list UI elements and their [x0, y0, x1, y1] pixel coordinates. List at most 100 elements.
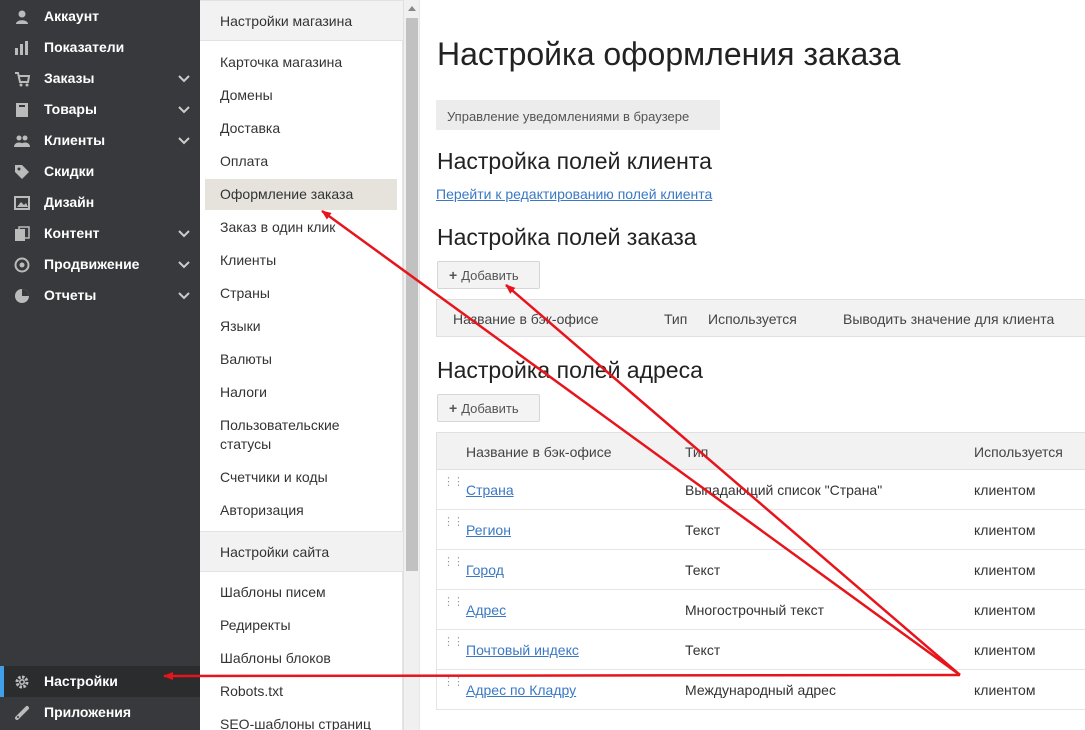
submenu-item-languages[interactable]: Языки	[220, 317, 261, 336]
drag-handle-icon[interactable]: ⋮⋮	[443, 517, 464, 536]
field-used: клиентом	[974, 682, 1036, 698]
sidebar-item-label: Дизайн	[44, 194, 95, 210]
add-address-field-button[interactable]: + Добавить	[437, 394, 540, 422]
submenu-item-redirects[interactable]: Редиректы	[220, 616, 291, 635]
sidebar-item-orders[interactable]: Заказы	[0, 63, 200, 94]
submenu-item-one-click-order[interactable]: Заказ в один клик	[220, 218, 335, 237]
bar-chart-icon	[15, 41, 28, 55]
add-order-field-button[interactable]: + Добавить	[437, 261, 540, 289]
field-type: Текст	[685, 562, 721, 578]
submenu-item-delivery[interactable]: Доставка	[220, 119, 280, 138]
field-name-link[interactable]: Страна	[466, 482, 514, 498]
table-row[interactable]: ⋮⋮ Почтовый индекс Текст клиентом	[436, 630, 1085, 670]
address-fields-heading: Настройка полей адреса	[437, 357, 703, 383]
column-header-type: Тип	[664, 311, 688, 327]
sidebar-item-label: Продвижение	[44, 256, 140, 272]
settings-submenu: Настройки магазина Карточка магазина Дом…	[200, 0, 403, 730]
field-name-link[interactable]: Адрес	[466, 602, 506, 618]
submenu-item-email-templates[interactable]: Шаблоны писем	[220, 583, 326, 602]
browser-notifications-button[interactable]: Управление уведомлениями в браузере	[436, 100, 720, 130]
add-button-label: Добавить	[461, 401, 519, 416]
order-fields-heading: Настройка полей заказа	[437, 224, 697, 250]
table-row[interactable]: ⋮⋮ Адрес Многострочный текст клиентом	[436, 590, 1085, 630]
submenu-item-block-templates[interactable]: Шаблоны блоков	[220, 649, 331, 668]
sidebar-item-products[interactable]: Товары	[0, 94, 200, 125]
submenu-item-robots-txt[interactable]: Robots.txt	[220, 682, 283, 701]
field-type: Текст	[685, 642, 721, 658]
sidebar-item-apps[interactable]: Приложения	[0, 697, 200, 728]
sidebar-item-reports[interactable]: Отчеты	[0, 280, 200, 311]
submenu-item-seo-templates[interactable]: SEO-шаблоны страниц	[220, 715, 371, 730]
target-icon	[14, 257, 30, 273]
submenu-item-taxes[interactable]: Налоги	[220, 383, 267, 402]
drag-handle-icon[interactable]: ⋮⋮	[443, 557, 464, 576]
field-type: Многострочный текст	[685, 602, 824, 618]
sidebar-item-promotion[interactable]: Продвижение	[0, 249, 200, 280]
pie-chart-icon	[15, 289, 29, 303]
sidebar-item-label: Отчеты	[44, 287, 97, 303]
sidebar-item-content[interactable]: Контент	[0, 218, 200, 249]
field-used: клиентом	[974, 602, 1036, 618]
field-name-link[interactable]: Почтовый индекс	[466, 642, 579, 658]
column-header-used: Используется	[974, 444, 1063, 460]
submenu-item-counters-codes[interactable]: Счетчики и коды	[220, 468, 328, 487]
column-header-used: Используется	[708, 311, 797, 327]
submenu-item-clients[interactable]: Клиенты	[220, 251, 276, 270]
gear-icon	[15, 675, 29, 689]
user-icon	[16, 10, 28, 24]
table-row[interactable]: ⋮⋮ Адрес по Кладру Международный адрес к…	[436, 670, 1085, 710]
cart-icon	[15, 72, 30, 87]
order-fields-table-header: Название в бэк-офисе Тип Используется Вы…	[436, 299, 1085, 337]
scroll-up-icon[interactable]	[408, 6, 416, 11]
sidebar-item-settings[interactable]: Настройки	[0, 666, 200, 697]
page-title: Настройка оформления заказа	[437, 36, 901, 72]
column-header-name: Название в бэк-офисе	[466, 444, 612, 460]
field-used: клиентом	[974, 522, 1036, 538]
chevron-down-icon	[178, 230, 190, 238]
sidebar-item-indicators[interactable]: Показатели	[0, 32, 200, 63]
submenu-item-countries[interactable]: Страны	[220, 284, 270, 303]
field-type: Текст	[685, 522, 721, 538]
sidebar-item-design[interactable]: Дизайн	[0, 187, 200, 218]
users-icon	[14, 135, 30, 147]
field-name-link[interactable]: Регион	[466, 522, 511, 538]
content-icon	[15, 226, 30, 241]
column-header-show-value: Выводить значение для клиента	[843, 311, 1055, 327]
submenu-item-store-card[interactable]: Карточка магазина	[220, 53, 342, 72]
edit-client-fields-link[interactable]: Перейти к редактированию полей клиента	[436, 186, 712, 202]
submenu-item-domains[interactable]: Домены	[220, 86, 273, 105]
table-row[interactable]: ⋮⋮ Город Текст клиентом	[436, 550, 1085, 590]
sidebar-item-label: Показатели	[44, 39, 125, 55]
image-icon	[14, 196, 30, 210]
sidebar-item-account[interactable]: Аккаунт	[0, 1, 200, 32]
sidebar-item-label: Аккаунт	[44, 8, 100, 24]
scrollbar-thumb[interactable]	[406, 18, 418, 571]
sidebar-item-clients[interactable]: Клиенты	[0, 125, 200, 156]
sidebar-item-label: Контент	[44, 225, 100, 241]
drag-handle-icon[interactable]: ⋮⋮	[443, 677, 464, 696]
submenu-item-authorization[interactable]: Авторизация	[220, 501, 304, 520]
drag-handle-icon[interactable]: ⋮⋮	[443, 477, 464, 496]
add-button-label: Добавить	[461, 268, 519, 283]
chevron-down-icon	[178, 75, 190, 83]
chevron-down-icon	[178, 261, 190, 269]
sidebar-item-discounts[interactable]: Скидки	[0, 156, 200, 187]
column-header-name: Название в бэк-офисе	[453, 311, 599, 327]
drag-handle-icon[interactable]: ⋮⋮	[443, 597, 464, 616]
tag-icon	[15, 165, 29, 179]
table-row[interactable]: ⋮⋮ Регион Текст клиентом	[436, 510, 1085, 550]
submenu-item-currencies[interactable]: Валюты	[220, 350, 272, 369]
submenu-item-checkout[interactable]: Оформление заказа	[205, 179, 397, 210]
field-used: клиентом	[974, 562, 1036, 578]
submenu-item-payment[interactable]: Оплата	[220, 152, 268, 171]
drag-handle-icon[interactable]: ⋮⋮	[443, 637, 464, 656]
submenu-scrollbar[interactable]	[403, 0, 419, 730]
plus-icon: +	[449, 267, 458, 283]
table-row[interactable]: ⋮⋮ Страна Выпадающий список "Страна" кли…	[436, 470, 1085, 510]
submenu-item-custom-statuses[interactable]: Пользовательские статусы	[220, 416, 370, 454]
field-name-link[interactable]: Адрес по Кладру	[466, 682, 576, 698]
sidebar-item-label: Настройки	[44, 673, 118, 689]
field-name-link[interactable]: Город	[466, 562, 504, 578]
site-settings-header: Настройки сайта	[200, 531, 403, 572]
field-type: Выпадающий список "Страна"	[685, 482, 883, 498]
